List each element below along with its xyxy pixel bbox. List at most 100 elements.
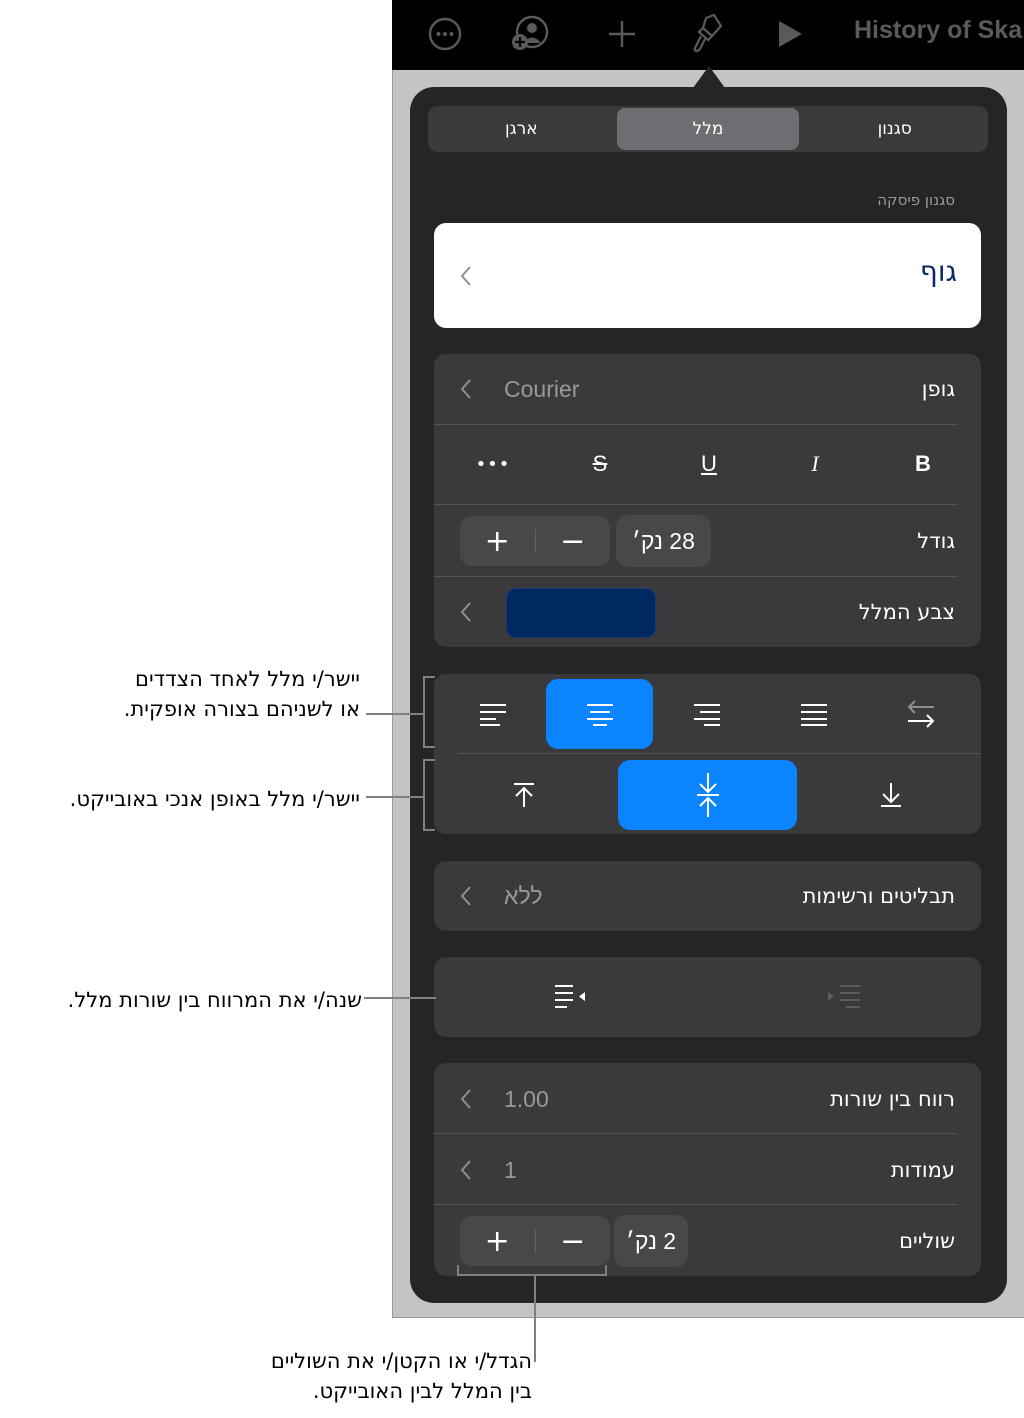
font-card: גופן Courier ••• S U I B גודל + − 28 נק׳… [434,354,981,647]
justify-button[interactable] [760,679,867,749]
callout-leader-line [366,796,424,798]
size-increase-button[interactable]: + [460,516,535,566]
callout-bracket [457,1265,459,1275]
size-row: גודל + − 28 נק׳ [434,506,981,576]
divider [458,753,981,754]
columns-value: 1 [504,1156,517,1183]
alignment-card [434,674,981,834]
divider [434,1204,957,1205]
align-left-icon [479,704,506,726]
callout-bracket [423,676,435,678]
margin-label: שוליים [899,1229,955,1253]
bullets-label: תבליטים ורשימות [802,884,955,908]
callout-bracket [423,759,425,831]
bullets-lists-row[interactable]: תבליטים ורשימות ללא [434,861,981,931]
columns-label: עמודות [890,1158,955,1182]
callout-bracket [605,1265,607,1275]
paragraph-style-selector[interactable]: גוף [434,223,981,328]
bold-button[interactable]: B [888,429,958,499]
tab-bar: ארגן מלל סגנון [428,106,988,152]
increase-indent-icon [828,985,860,1008]
text-format-row: ••• S U I B [434,429,981,499]
chevron-left-icon [460,379,471,399]
tab-text[interactable]: מלל [616,108,800,150]
tab-arrange[interactable]: ארגן [430,108,613,150]
spacing-card: רווח בין שורות 1.00 עמודות 1 שוליים + − … [434,1063,981,1276]
strikethrough-button[interactable]: S [565,429,635,499]
chevron-left-icon [460,602,471,622]
callout-text: יישר/י מלל לאחד הצדדים [135,667,360,691]
indent-card [434,957,981,1037]
tab-style[interactable]: סגנון [803,108,986,150]
valign-bottom-button[interactable] [801,760,981,830]
margin-stepper: + − [460,1216,610,1266]
justify-icon [800,704,827,726]
valign-bottom-icon [881,783,901,807]
margin-row: שוליים + − 2 נק׳ [434,1206,981,1276]
callout-indent: שנה/י את המרווח בין שורות מלל. [67,988,362,1012]
bullets-value: ללא [504,882,543,909]
font-value: Courier [504,375,580,402]
margin-value[interactable]: 2 נק׳ [614,1215,689,1267]
valign-middle-icon [696,773,719,817]
top-toolbar: History of Ska [392,0,1024,70]
valign-top-button[interactable] [434,760,614,830]
paragraph-style-label: סגנון פיסקה [877,191,955,209]
callout-text: בין המלל לבין האובייקט. [312,1379,532,1403]
underline-button[interactable]: U [674,429,744,499]
decrease-indent-icon [554,985,585,1008]
callout-horizontal-align: יישר/י מלל לאחד הצדדים או לשניהם בצורה א… [0,664,360,724]
writing-direction-button[interactable] [867,679,974,749]
more-icon[interactable] [425,14,465,54]
columns-row[interactable]: עמודות 1 [434,1135,981,1205]
valign-middle-button[interactable] [618,760,797,830]
decrease-indent-button[interactable] [434,957,707,1037]
writing-direction-icon [907,700,934,728]
play-icon[interactable] [770,14,810,54]
size-label: גודל [917,529,955,553]
format-brush-icon[interactable] [686,14,726,54]
callout-text: או לשניהם בצורה אופקית. [123,697,360,721]
text-color-label: צבע המלל [858,600,955,624]
more-text-options-button[interactable]: ••• [458,429,528,499]
size-decrease-button[interactable]: − [536,516,611,566]
collaborate-icon[interactable] [510,14,550,54]
text-color-row[interactable]: צבע המלל [434,577,981,647]
callout-margin: הגדל/י או הקטן/י את השוליים בין המלל לבי… [132,1346,532,1406]
line-spacing-label: רווח בין שורות [830,1087,955,1111]
text-color-swatch [506,588,656,638]
increase-indent-button[interactable] [707,957,981,1037]
add-icon[interactable] [602,14,642,54]
align-right-icon [693,704,720,726]
format-panel: ארגן מלל סגנון סגנון פיסקה גוף גופן Cour… [410,87,1007,1303]
divider [434,424,957,425]
divider [434,504,957,505]
align-left-button[interactable] [439,679,546,749]
align-center-button[interactable] [546,679,653,749]
font-label: גופן [921,377,955,401]
callout-bracket [423,676,425,748]
document-title[interactable]: History of Ska [854,16,1022,45]
font-row[interactable]: גופן Courier [434,354,981,424]
divider [434,1133,957,1134]
chevron-left-icon [460,266,471,286]
paragraph-style-value: גוף [919,255,957,288]
size-stepper: + − [460,516,610,566]
chevron-left-icon [460,1160,471,1180]
callout-leader-line [364,997,436,999]
align-center-icon [586,704,613,726]
size-value[interactable]: 28 נק׳ [616,515,711,567]
callout-bracket [457,1274,607,1276]
callout-bracket [423,759,435,761]
popover-pointer [693,66,725,88]
callout-text: הגדל/י או הקטן/י את השוליים [270,1349,532,1373]
margin-increase-button[interactable]: + [460,1216,535,1266]
callout-leader-line [366,713,424,715]
line-spacing-row[interactable]: רווח בין שורות 1.00 [434,1064,981,1134]
chevron-left-icon [460,886,471,906]
italic-button[interactable]: I [780,429,850,499]
callout-bracket [423,829,435,831]
margin-decrease-button[interactable]: − [536,1216,611,1266]
callout-leader-line [534,1274,536,1362]
align-right-button[interactable] [653,679,760,749]
